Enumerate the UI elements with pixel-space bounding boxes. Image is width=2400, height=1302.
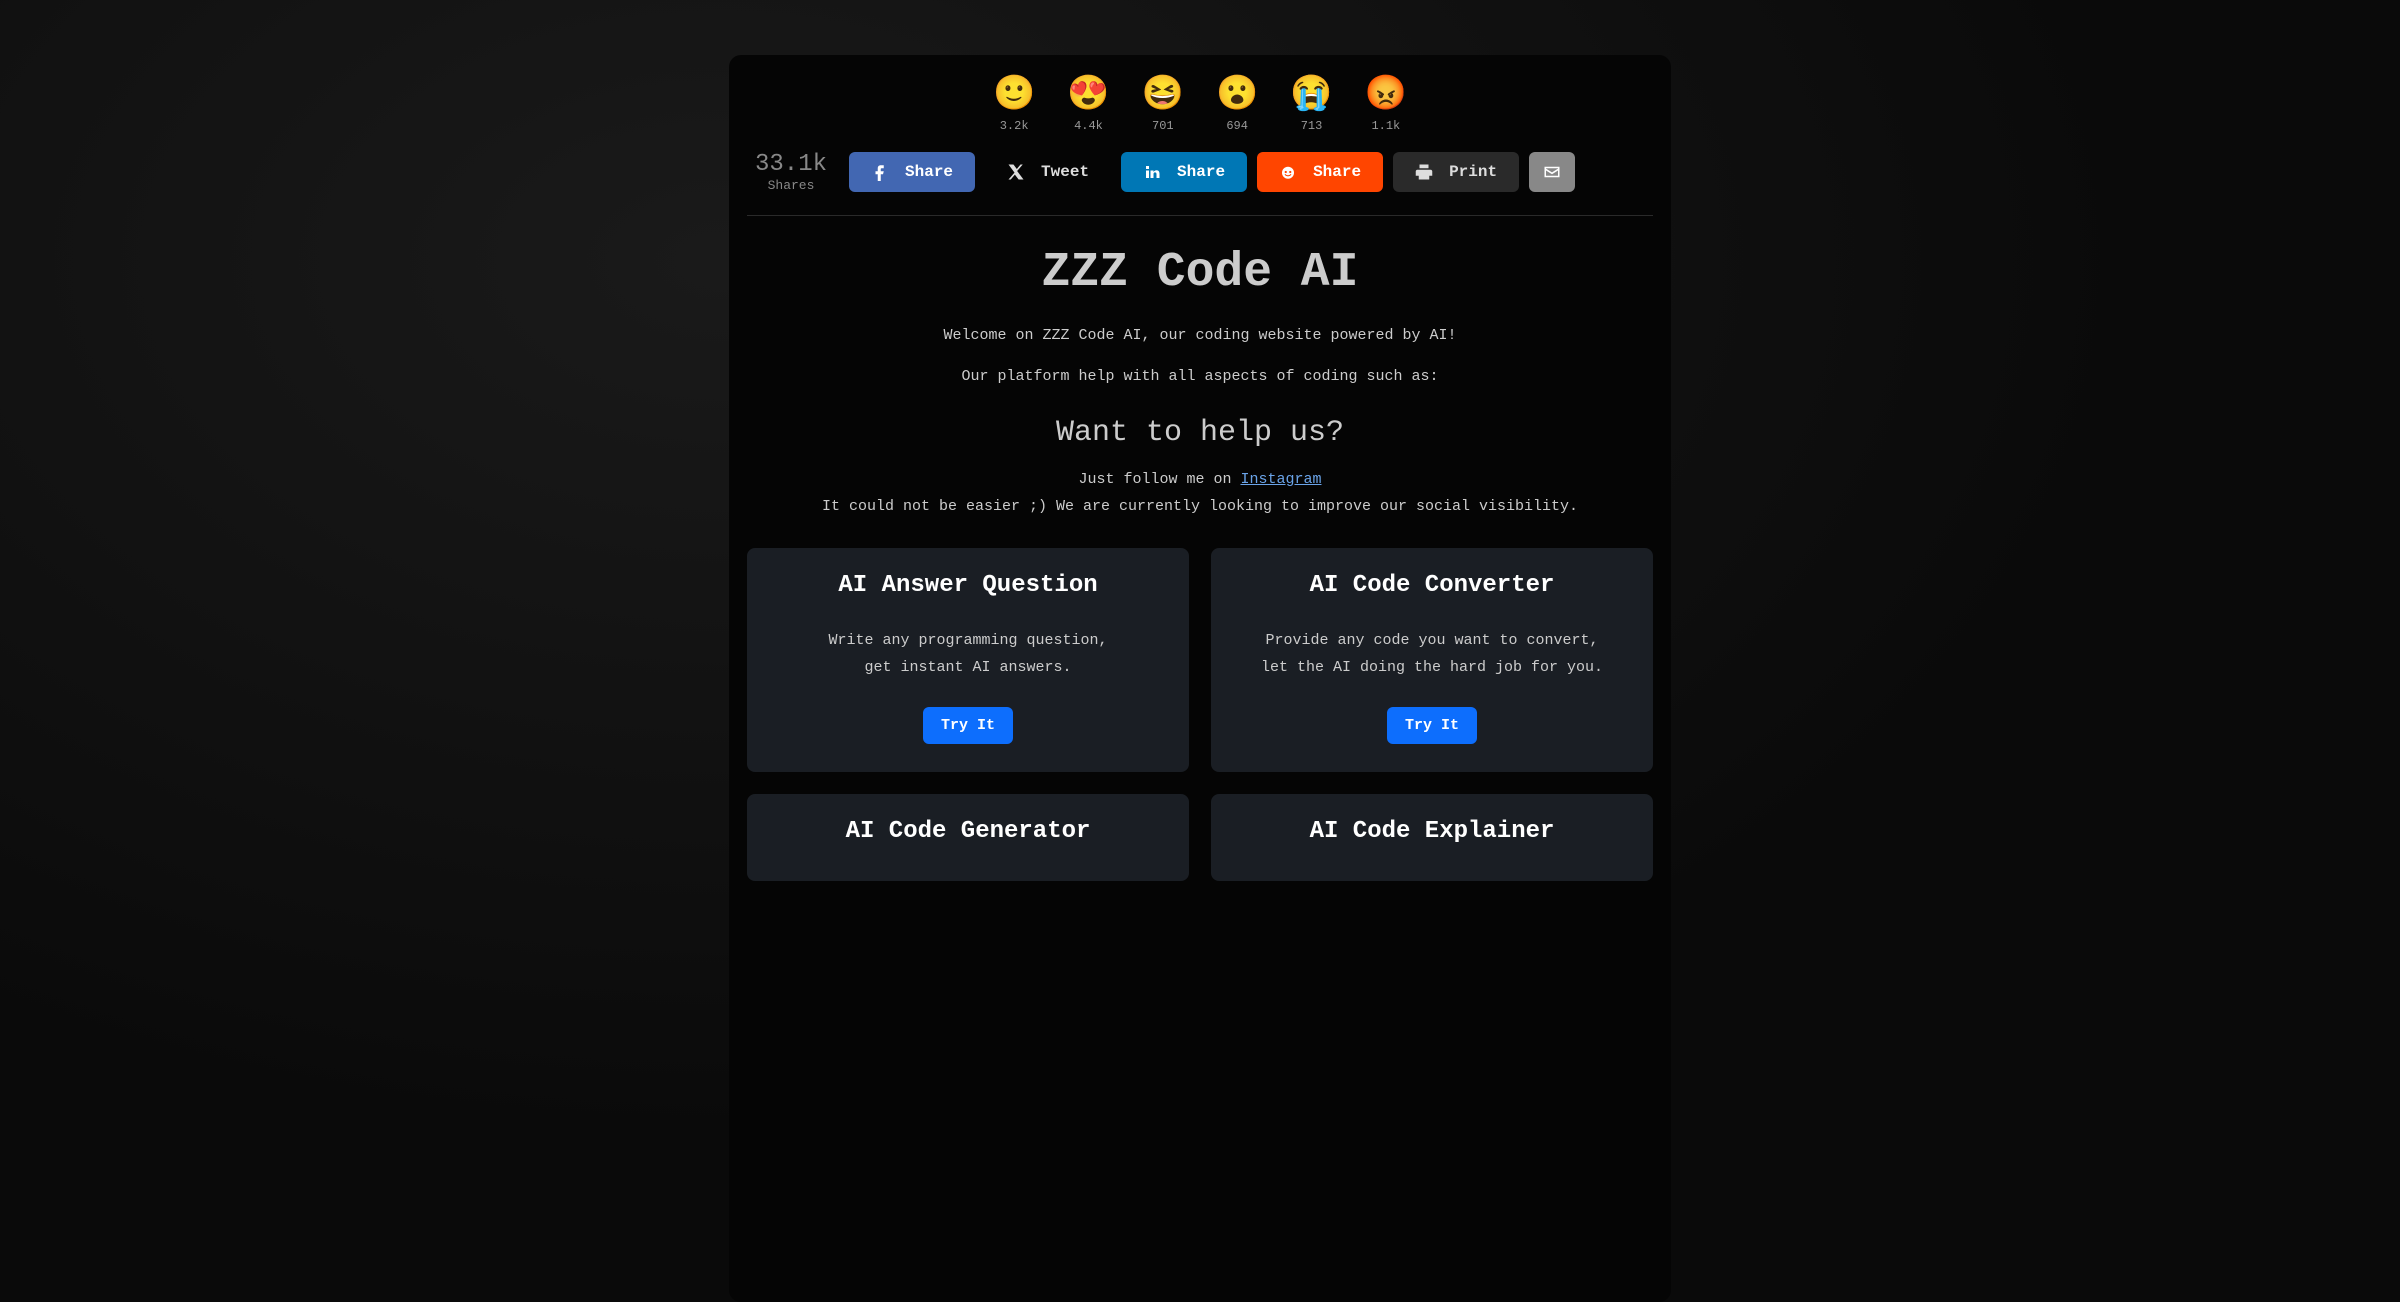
reaction-angry[interactable]: 😡 1.1k bbox=[1365, 79, 1407, 133]
share-bar: 33.1k Shares Share Tweet Share Share Pri… bbox=[747, 151, 1653, 216]
share-label: Share bbox=[1313, 163, 1361, 181]
help-text-prefix: Just follow me on bbox=[1078, 471, 1240, 488]
smile-icon: 🙂 bbox=[993, 79, 1035, 113]
share-facebook-button[interactable]: Share bbox=[849, 152, 975, 192]
reaction-love[interactable]: 😍 4.4k bbox=[1067, 79, 1109, 133]
card-answer-question: AI Answer Question Write any programming… bbox=[747, 548, 1189, 772]
x-icon bbox=[1007, 163, 1025, 181]
share-linkedin-button[interactable]: Share bbox=[1121, 152, 1247, 192]
shares-total-label: Shares bbox=[755, 178, 827, 193]
laugh-icon: 😆 bbox=[1142, 79, 1184, 113]
card-code-explainer: AI Code Explainer bbox=[1211, 794, 1653, 881]
reddit-icon bbox=[1279, 163, 1297, 181]
hero-section: ZZZ Code AI Welcome on ZZZ Code AI, our … bbox=[747, 246, 1653, 520]
reaction-count: 701 bbox=[1152, 119, 1174, 133]
reactions-bar: 🙂 3.2k 😍 4.4k 😆 701 😮 694 😭 713 😡 1.1k bbox=[747, 79, 1653, 133]
card-desc: Write any programming question, get inst… bbox=[775, 627, 1161, 681]
share-label: Share bbox=[905, 163, 953, 181]
card-title: AI Code Explainer bbox=[1239, 818, 1625, 845]
reaction-count: 4.4k bbox=[1074, 119, 1103, 133]
reaction-wow[interactable]: 😮 694 bbox=[1216, 79, 1258, 133]
share-reddit-button[interactable]: Share bbox=[1257, 152, 1383, 192]
share-label: Print bbox=[1449, 163, 1497, 181]
help-text-1: Just follow me on Instagram bbox=[747, 466, 1653, 493]
reaction-sad[interactable]: 😭 713 bbox=[1290, 79, 1332, 133]
share-email-button[interactable] bbox=[1529, 152, 1575, 192]
card-title: AI Answer Question bbox=[775, 572, 1161, 599]
print-button[interactable]: Print bbox=[1393, 152, 1519, 192]
instagram-link[interactable]: Instagram bbox=[1241, 471, 1322, 488]
reaction-smile[interactable]: 🙂 3.2k bbox=[993, 79, 1035, 133]
shares-total-number: 33.1k bbox=[755, 151, 827, 178]
shares-total: 33.1k Shares bbox=[747, 151, 835, 193]
linkedin-icon bbox=[1143, 163, 1161, 181]
reaction-count: 1.1k bbox=[1371, 119, 1400, 133]
card-title: AI Code Converter bbox=[1239, 572, 1625, 599]
card-title: AI Code Generator bbox=[775, 818, 1161, 845]
feature-cards: AI Answer Question Write any programming… bbox=[747, 548, 1653, 881]
page-title: ZZZ Code AI bbox=[747, 246, 1653, 300]
main-container: 🙂 3.2k 😍 4.4k 😆 701 😮 694 😭 713 😡 1.1k 3… bbox=[729, 55, 1671, 1302]
card-code-generator: AI Code Generator bbox=[747, 794, 1189, 881]
help-text-2: It could not be easier ;) We are current… bbox=[747, 493, 1653, 520]
angry-icon: 😡 bbox=[1365, 79, 1407, 113]
help-heading: Want to help us? bbox=[747, 416, 1653, 450]
card-desc: Provide any code you want to convert, le… bbox=[1239, 627, 1625, 681]
hero-subhead-2: Our platform help with all aspects of co… bbox=[747, 363, 1653, 390]
cry-icon: 😭 bbox=[1290, 79, 1332, 113]
share-label: Tweet bbox=[1041, 163, 1089, 181]
wow-icon: 😮 bbox=[1216, 79, 1258, 113]
print-icon bbox=[1415, 163, 1433, 181]
share-label: Share bbox=[1177, 163, 1225, 181]
reaction-laugh[interactable]: 😆 701 bbox=[1142, 79, 1184, 133]
share-twitter-button[interactable]: Tweet bbox=[985, 152, 1111, 192]
email-icon bbox=[1543, 163, 1561, 181]
try-it-button[interactable]: Try It bbox=[1387, 707, 1477, 744]
try-it-button[interactable]: Try It bbox=[923, 707, 1013, 744]
reaction-count: 713 bbox=[1301, 119, 1323, 133]
heart-eyes-icon: 😍 bbox=[1067, 79, 1109, 113]
reaction-count: 3.2k bbox=[1000, 119, 1029, 133]
hero-subhead-1: Welcome on ZZZ Code AI, our coding websi… bbox=[747, 322, 1653, 349]
card-code-converter: AI Code Converter Provide any code you w… bbox=[1211, 548, 1653, 772]
facebook-icon bbox=[871, 163, 889, 181]
reaction-count: 694 bbox=[1226, 119, 1248, 133]
